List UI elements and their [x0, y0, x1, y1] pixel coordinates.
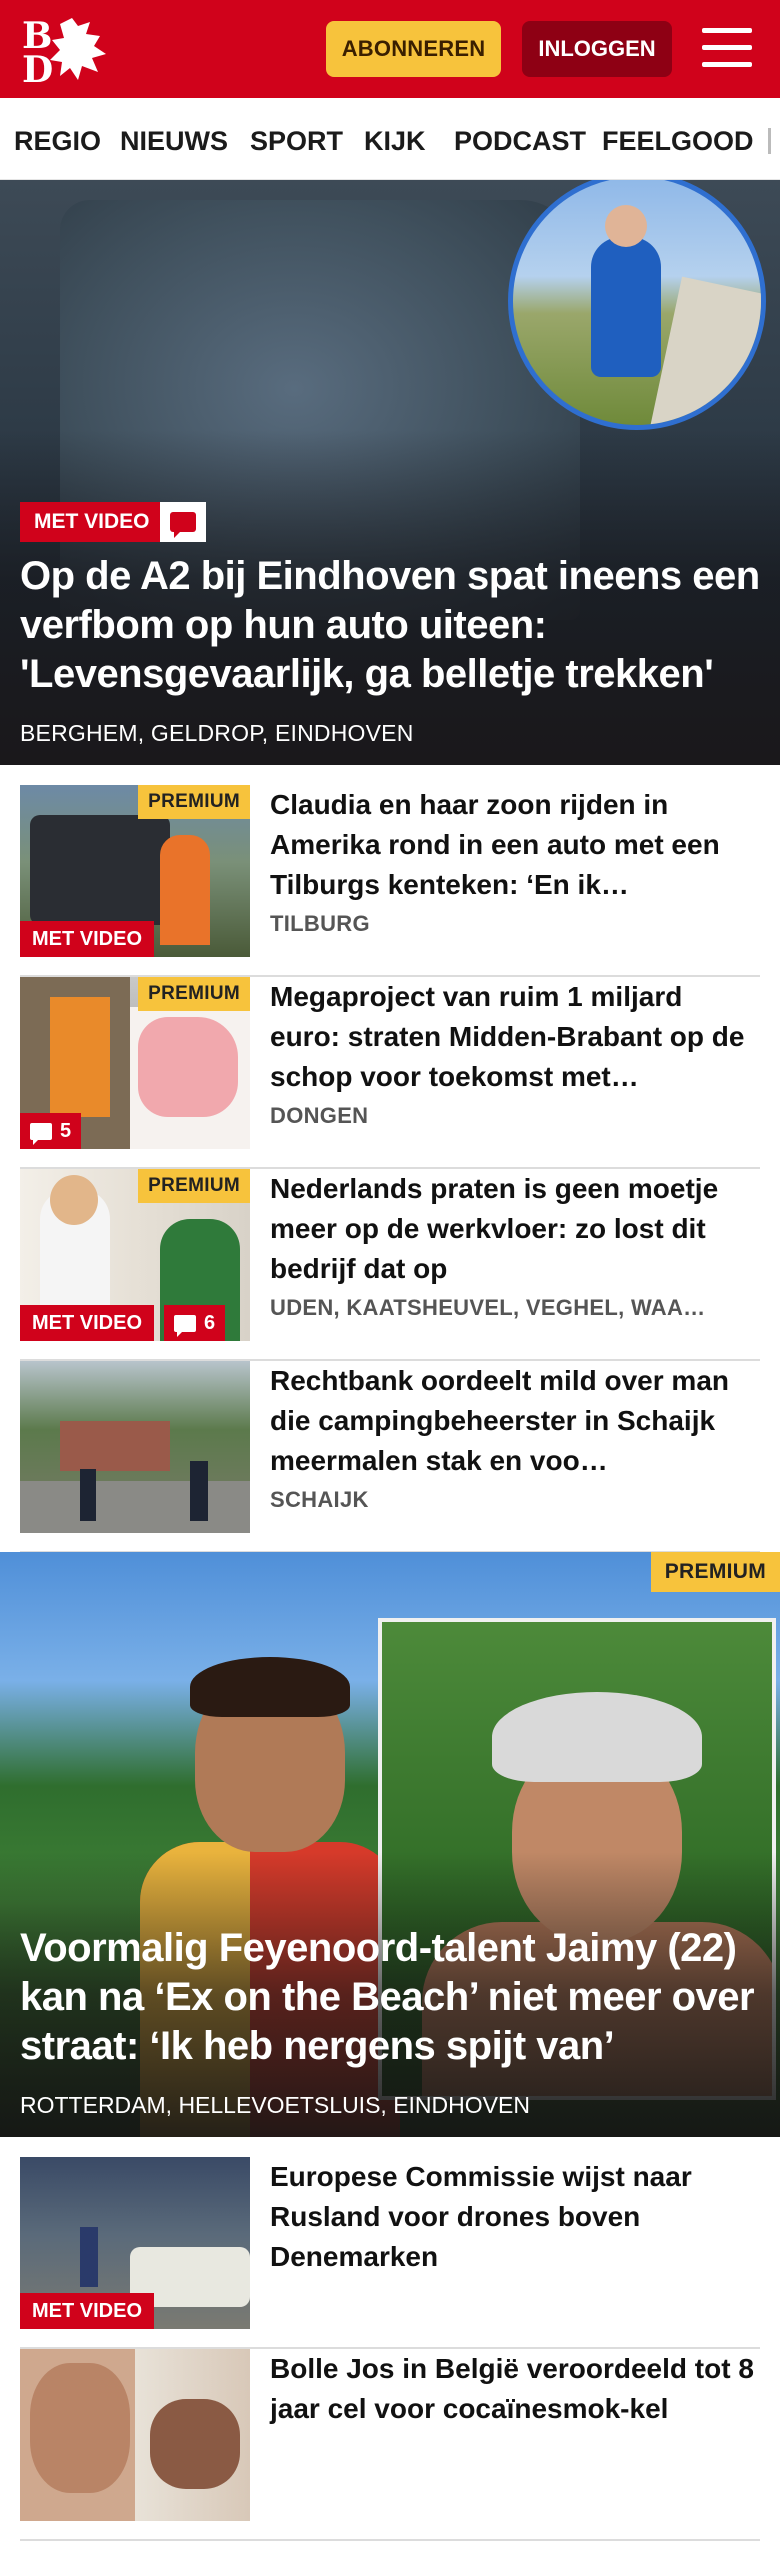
list-item[interactable]: Bolle Jos in België veroordeeld tot 8 ja… [20, 2349, 760, 2541]
article-location: UDEN, KAATSHEUVEL, VEGHEL, WAA… [270, 1295, 706, 1320]
comment-count-badge: 6 [164, 1305, 226, 1341]
featured-article[interactable]: PREMIUM Voormalig Feyenoord-talent Jaimy… [0, 1552, 780, 2137]
hero-title[interactable]: Op de A2 bij Eindhoven spat ineens een v… [20, 552, 770, 699]
premium-badge: PREMIUM [138, 1169, 250, 1203]
article-title[interactable]: Nederlands praten is geen moetje meer op… [270, 1169, 760, 1289]
video-badge: MET VIDEO [20, 2293, 155, 2329]
article-title[interactable]: Rechtbank oordeelt mild over man die cam… [270, 1361, 760, 1481]
top-bar: B D ABONNEREN INLOGGEN [0, 0, 780, 98]
nav-item-podcast[interactable]: PODCAST [454, 126, 586, 157]
premium-badge: PREMIUM [138, 785, 250, 819]
hero-locations: BERGHEM, GELDROP, EINDHOVEN [20, 720, 414, 746]
article-thumbnail: PREMIUM MET VIDEO [20, 785, 250, 957]
article-title[interactable]: Claudia en haar zoon rijden in Amerika r… [270, 785, 760, 905]
video-badge: MET VIDEO [20, 502, 164, 542]
article-thumbnail [20, 1361, 250, 1533]
article-location: SCHAIJK [270, 1487, 369, 1512]
premium-badge: PREMIUM [650, 1552, 780, 1592]
list-item[interactable]: Rechtbank oordeelt mild over man die cam… [20, 1361, 760, 1553]
svg-text:D: D [22, 49, 53, 86]
video-badge: MET VIDEO [20, 1305, 155, 1341]
hero-inset-photo [508, 180, 766, 430]
comment-icon [30, 1122, 52, 1145]
article-thumbnail: PREMIUM MET VIDEO 6 [20, 1169, 250, 1341]
premium-badge: PREMIUM [138, 977, 250, 1011]
menu-icon[interactable] [702, 26, 752, 70]
login-button[interactable]: INLOGGEN [522, 21, 672, 77]
section-nav: REGIO NIEUWS SPORT KIJK PODCAST FEELGOOD [0, 98, 780, 180]
article-thumbnail [20, 2349, 250, 2521]
article-location: TILBURG [270, 911, 370, 936]
hero-article[interactable]: MET VIDEO Op de A2 bij Eindhoven spat in… [0, 180, 780, 765]
article-title[interactable]: Europese Commissie wijst naar Rusland vo… [270, 2157, 760, 2277]
nav-item-nieuws[interactable]: NIEUWS [120, 126, 228, 157]
article-title[interactable]: Bolle Jos in België veroordeeld tot 8 ja… [270, 2349, 760, 2429]
comment-icon [174, 1314, 196, 1337]
feature-locations: ROTTERDAM, HELLEVOETSLUIS, EINDHOVEN [20, 2092, 530, 2118]
nav-item-sport[interactable]: SPORT [250, 126, 343, 157]
bd-logo[interactable]: B D [20, 14, 120, 86]
list-item[interactable]: PREMIUM MET VIDEO 6 Nederlands praten is… [20, 1169, 760, 1361]
list-item[interactable]: PREMIUM MET VIDEO Claudia en haar zoon r… [20, 785, 760, 977]
nav-item-kijk[interactable]: KIJK [364, 126, 426, 157]
comment-count-badge: 5 [20, 1113, 82, 1149]
article-location: DONGEN [270, 1103, 369, 1128]
comment-icon [160, 502, 206, 542]
article-thumbnail: PREMIUM 5 [20, 977, 250, 1149]
list-item[interactable]: MET VIDEO Europese Commissie wijst naar … [20, 2157, 760, 2349]
feature-title[interactable]: Voormalig Feyenoord-talent Jaimy (22) ka… [20, 1924, 770, 2071]
nav-overflow-hint [768, 128, 771, 154]
nav-item-feelgood[interactable]: FEELGOOD [602, 126, 754, 157]
list-item[interactable]: PREMIUM 5 Megaproject van ruim 1 miljard… [20, 977, 760, 1169]
video-badge: MET VIDEO [20, 921, 155, 957]
article-thumbnail: MET VIDEO [20, 2157, 250, 2329]
nav-item-regio[interactable]: REGIO [14, 126, 101, 157]
article-title[interactable]: Megaproject van ruim 1 miljard euro: str… [270, 977, 760, 1097]
subscribe-button[interactable]: ABONNEREN [326, 21, 501, 77]
